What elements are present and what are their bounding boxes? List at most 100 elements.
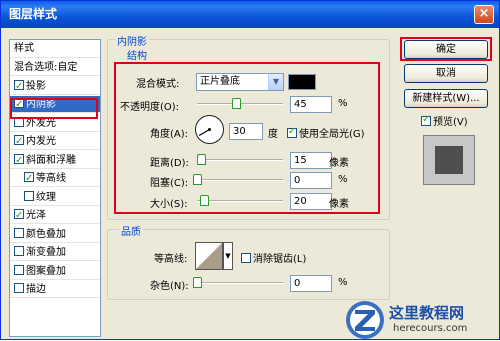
style-item[interactable]: 渐变叠加 bbox=[10, 244, 100, 261]
angle-needle-icon bbox=[198, 128, 211, 137]
style-item[interactable]: 颜色叠加 bbox=[10, 226, 100, 243]
style-item[interactable]: 投影 bbox=[10, 78, 100, 95]
contour-curve-icon bbox=[196, 243, 222, 269]
noise-thumb[interactable] bbox=[193, 277, 202, 288]
size-label: 大小(S): bbox=[150, 199, 188, 210]
preview-swatch bbox=[423, 135, 475, 185]
watermark-logo: 这里教程网 herecours.com bbox=[345, 298, 500, 341]
size-slider[interactable] bbox=[197, 195, 283, 207]
style-item-label: 渐变叠加 bbox=[26, 247, 66, 258]
style-checkbox-icon[interactable] bbox=[14, 246, 24, 256]
style-checkbox-icon[interactable] bbox=[14, 227, 24, 238]
distance-slider[interactable] bbox=[197, 154, 283, 166]
choke-slider[interactable] bbox=[193, 174, 283, 186]
styles-header: 样式 bbox=[10, 40, 100, 58]
style-item-label: 斜面和浮雕 bbox=[26, 154, 76, 166]
inner-shadow-title: 内阴影 bbox=[115, 33, 149, 48]
selected-style-highlight bbox=[10, 98, 98, 119]
style-item-label: 颜色叠加 bbox=[26, 228, 66, 240]
style-checkbox-icon[interactable] bbox=[24, 190, 34, 201]
distance-track bbox=[197, 159, 283, 161]
new-style-button[interactable]: 新建样式(W)... bbox=[404, 89, 488, 108]
preview-checkbox[interactable]: 预览(V) bbox=[421, 113, 468, 128]
style-item-label: 混合选项:自定 bbox=[14, 62, 78, 73]
style-checkbox-icon[interactable] bbox=[14, 207, 24, 224]
style-item[interactable]: 图案叠加 bbox=[10, 263, 100, 280]
cancel-button[interactable]: 取消 bbox=[404, 64, 488, 83]
global-light-label: 使用全局光(G) bbox=[299, 129, 365, 140]
preview-check-icon bbox=[421, 114, 431, 126]
quality-label: 品质 bbox=[119, 223, 143, 238]
distance-unit: 像素 bbox=[329, 158, 349, 169]
style-checkbox-icon[interactable] bbox=[14, 264, 24, 275]
style-item[interactable]: 斜面和浮雕 bbox=[10, 152, 100, 169]
style-item[interactable]: 等高线 bbox=[10, 170, 100, 187]
opacity-thumb[interactable] bbox=[231, 98, 241, 109]
ok-button[interactable]: 确定 bbox=[404, 40, 488, 59]
size-thumb[interactable] bbox=[199, 195, 209, 206]
noise-input[interactable]: 0 bbox=[290, 275, 332, 292]
size-track bbox=[197, 200, 283, 202]
choke-input[interactable]: 0 bbox=[290, 172, 332, 189]
size-input[interactable]: 20 bbox=[290, 193, 332, 210]
title-bar: 图层样式 × bbox=[1, 1, 499, 28]
distance-thumb[interactable] bbox=[197, 154, 207, 165]
noise-unit: % bbox=[338, 277, 348, 288]
contour-dropdown-arrow-icon[interactable]: ▼ bbox=[223, 242, 233, 270]
distance-input[interactable]: 15 bbox=[290, 152, 332, 169]
contour-label: 等高线: bbox=[154, 254, 188, 265]
style-item[interactable]: 纹理 bbox=[10, 189, 100, 206]
style-checkbox-icon[interactable] bbox=[24, 170, 34, 187]
style-checkbox-icon[interactable] bbox=[14, 78, 24, 95]
choke-unit: % bbox=[338, 174, 348, 185]
choke-track bbox=[197, 179, 283, 181]
angle-label: 角度(A): bbox=[150, 129, 189, 140]
angle-dial[interactable] bbox=[195, 115, 224, 144]
noise-label: 杂色(N): bbox=[150, 281, 189, 292]
style-item-label: 等高线 bbox=[36, 173, 66, 184]
opacity-unit: % bbox=[338, 98, 348, 109]
noise-slider[interactable] bbox=[193, 277, 283, 289]
styles-list: 样式 混合选项:自定投影内阴影外发光内发光斜面和浮雕等高线纹理光泽颜色叠加渐变叠… bbox=[9, 39, 101, 337]
style-item-label: 内发光 bbox=[26, 136, 56, 147]
noise-track bbox=[197, 282, 283, 284]
style-item[interactable]: 光泽 bbox=[10, 207, 100, 224]
angle-unit: 度 bbox=[268, 129, 278, 140]
contour-picker[interactable] bbox=[195, 242, 223, 270]
layer-style-dialog: 图层样式 × 样式 混合选项:自定投影 内阴影外发光内发光斜面和浮雕等高线纹理光泽… bbox=[0, 0, 500, 340]
opacity-label: 不透明度(O): bbox=[120, 102, 180, 113]
watermark-brand: 这里教程网 bbox=[389, 304, 465, 322]
global-light-checkbox[interactable]: 使用全局光(G) bbox=[287, 125, 365, 140]
style-item-label: 外发光 bbox=[26, 117, 56, 129]
global-light-check-icon bbox=[287, 126, 297, 138]
blend-mode-label: 混合模式: bbox=[136, 79, 180, 90]
style-checkbox-icon[interactable] bbox=[14, 283, 24, 293]
size-unit: 像素 bbox=[329, 199, 349, 210]
antialias-checkbox[interactable]: 消除锯齿(L) bbox=[241, 250, 306, 265]
style-checkbox-icon[interactable] bbox=[14, 133, 24, 150]
antialias-box-icon bbox=[241, 253, 251, 263]
antialias-label: 消除锯齿(L) bbox=[253, 254, 307, 265]
style-item[interactable]: 内发光 bbox=[10, 133, 100, 150]
blend-mode-value: 正片叠底 bbox=[200, 76, 240, 87]
style-item-label: 描边 bbox=[26, 284, 46, 295]
preview-label: 预览(V) bbox=[433, 117, 468, 128]
style-item-label: 光泽 bbox=[26, 210, 46, 221]
window-title: 图层样式 bbox=[9, 7, 58, 21]
style-item[interactable]: 描边 bbox=[10, 281, 100, 298]
close-button[interactable]: × bbox=[474, 5, 494, 24]
opacity-slider[interactable] bbox=[197, 98, 283, 110]
chevron-down-icon: ▼ bbox=[268, 74, 283, 90]
blend-mode-select[interactable]: 正片叠底 ▼ bbox=[196, 73, 284, 91]
style-item-label: 纹理 bbox=[36, 191, 56, 203]
opacity-input[interactable]: 45 bbox=[290, 96, 332, 113]
shadow-color-swatch[interactable] bbox=[288, 74, 316, 90]
angle-input[interactable]: 30 bbox=[229, 123, 263, 140]
choke-label: 阻塞(C): bbox=[150, 178, 189, 189]
choke-thumb[interactable] bbox=[193, 174, 202, 185]
style-item-label: 投影 bbox=[26, 80, 46, 92]
style-item-label: 图案叠加 bbox=[26, 265, 66, 277]
distance-label: 距离(D): bbox=[150, 158, 189, 169]
style-item[interactable]: 混合选项:自定 bbox=[10, 59, 100, 76]
style-checkbox-icon[interactable] bbox=[14, 152, 24, 169]
